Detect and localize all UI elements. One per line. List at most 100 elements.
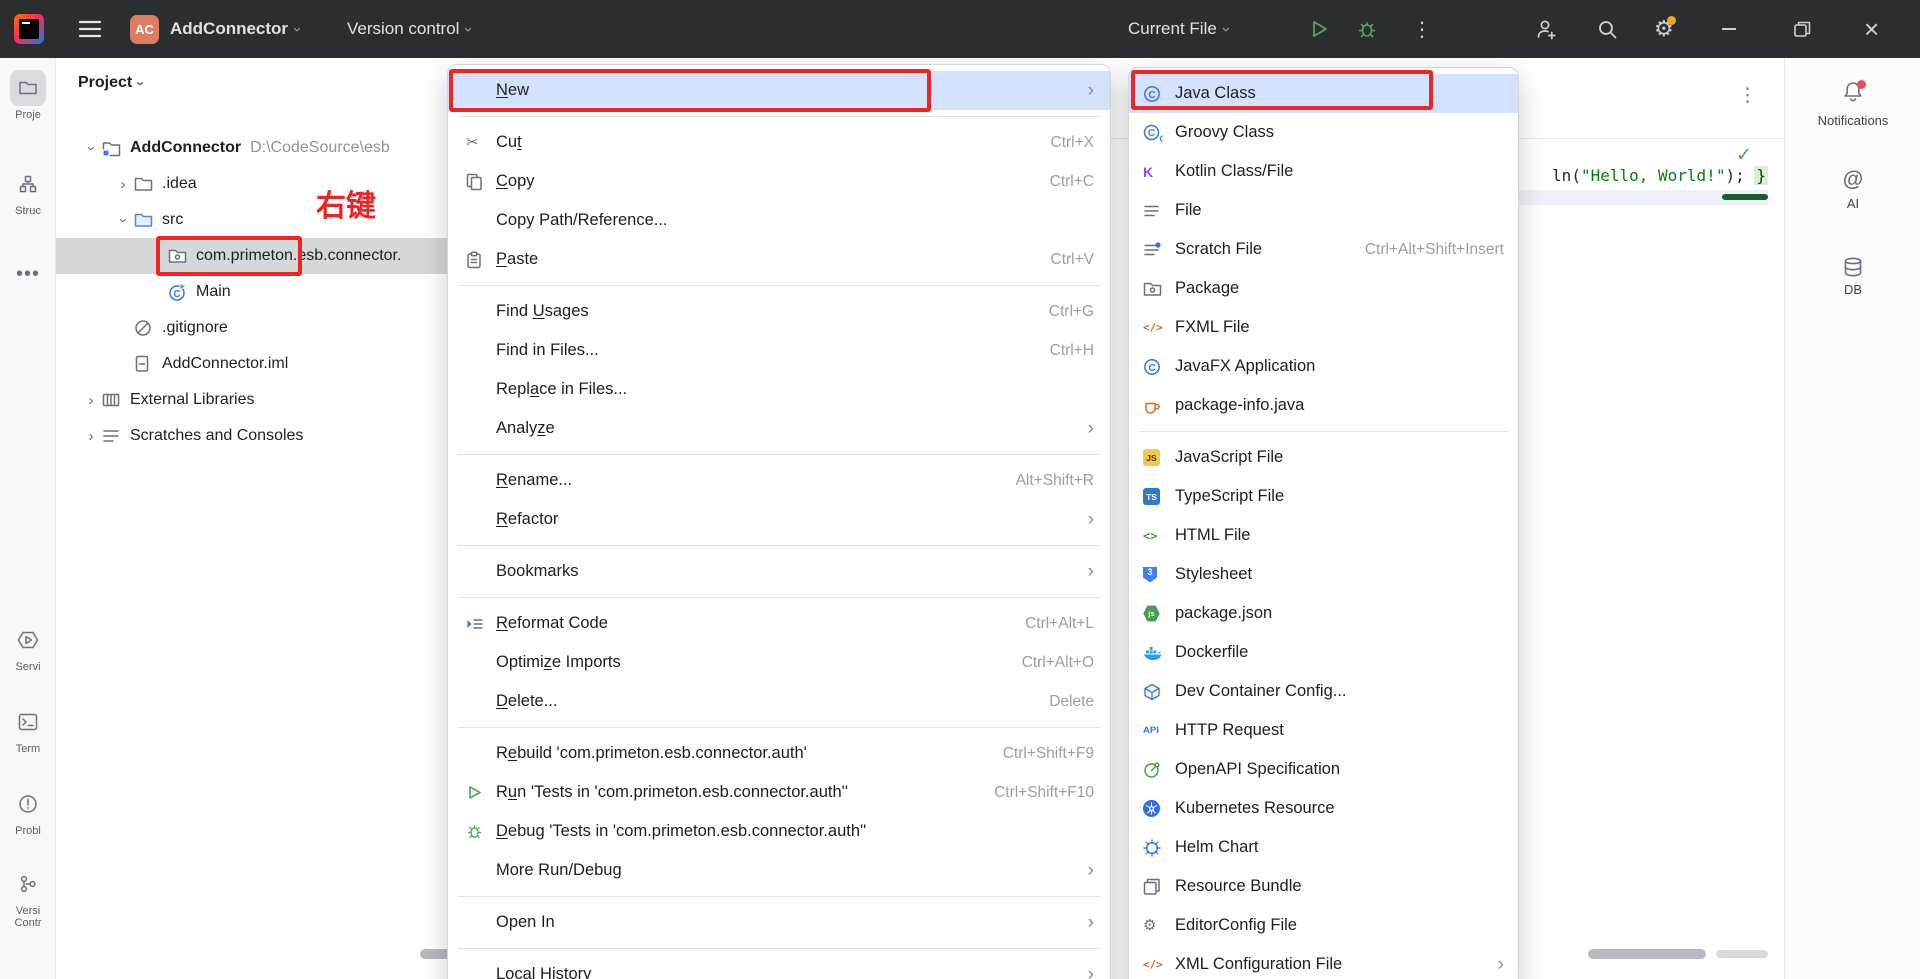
menu-item-optimize-imports[interactable]: Optimize Imports Ctrl+Alt+O: [448, 643, 1110, 682]
submenu-item-resource-bundle[interactable]: Resource Bundle: [1129, 867, 1518, 906]
menu-item-analyze[interactable]: Analyze ›: [448, 409, 1110, 448]
submenu-item-groovy-class[interactable]: CG Groovy Class: [1129, 113, 1518, 152]
project-widget-label: AddConnector: [170, 19, 288, 39]
submenu-item-label: JavaFX Application: [1175, 357, 1315, 376]
editor-horizontal-scrollbar[interactable]: [1588, 949, 1706, 959]
run-button[interactable]: [1308, 0, 1330, 58]
restore-button[interactable]: [1792, 0, 1812, 58]
menu-item-replace-in-files[interactable]: Replace in Files...: [448, 370, 1110, 409]
menu-item-open-in[interactable]: Open In ›: [448, 903, 1110, 942]
code-with-me-button[interactable]: [1534, 0, 1559, 58]
menu-item-label: Rebuild 'com.primeton.esb.connector.auth…: [496, 744, 807, 763]
submenu-item-fxml-file[interactable]: </> FXML File: [1129, 308, 1518, 347]
chevron-collapsed-icon[interactable]: ›: [112, 176, 134, 193]
submenu-item-openapi-spec[interactable]: OpenAPI Specification: [1129, 750, 1518, 789]
menu-item-local-history[interactable]: Local History ›: [448, 955, 1110, 979]
menu-item-bookmarks[interactable]: Bookmarks ›: [448, 552, 1110, 591]
menu-item-copy-path[interactable]: Copy Path/Reference...: [448, 201, 1110, 240]
minimize-button[interactable]: [1722, 0, 1736, 58]
notifications-button[interactable]: Notifications: [1785, 80, 1920, 128]
more-tool-windows-button[interactable]: •••: [0, 263, 56, 286]
submenu-item-kotlin-class[interactable]: K Kotlin Class/File: [1129, 152, 1518, 191]
menu-separator: [458, 116, 1100, 117]
submenu-item-stylesheet[interactable]: 3 Stylesheet: [1129, 555, 1518, 594]
tree-row-scratches[interactable]: › Scratches and Consoles: [56, 418, 500, 454]
typescript-icon: TS: [1143, 488, 1175, 505]
module-file-icon: [134, 355, 160, 373]
tree-row-addconnector[interactable]: › AddConnector D:\CodeSource\esb: [56, 130, 500, 166]
submenu-item-http-request[interactable]: API HTTP Request: [1129, 711, 1518, 750]
submenu-item-label: HTTP Request: [1175, 721, 1284, 740]
submenu-item-typescript-file[interactable]: TS TypeScript File: [1129, 477, 1518, 516]
submenu-item-helm-chart[interactable]: Helm Chart: [1129, 828, 1518, 867]
chevron-collapsed-icon[interactable]: ›: [80, 428, 102, 445]
submenu-item-package[interactable]: Package: [1129, 269, 1518, 308]
menu-item-rebuild[interactable]: Rebuild 'com.primeton.esb.connector.auth…: [448, 734, 1110, 773]
project-panel-header[interactable]: Project ›: [78, 74, 143, 92]
menu-item-cut[interactable]: ✂ Cut Ctrl+X: [448, 123, 1110, 162]
tree-row-idea[interactable]: › .idea: [56, 166, 500, 202]
menu-item-paste[interactable]: Paste Ctrl+V: [448, 240, 1110, 279]
menu-item-debug-tests[interactable]: Debug 'Tests in 'com.primeton.esb.connec…: [448, 812, 1110, 851]
ai-assistant-button[interactable]: @ AI: [1785, 168, 1920, 211]
submenu-item-html-file[interactable]: <> HTML File: [1129, 516, 1518, 555]
inspections-ok-icon[interactable]: ✓: [1736, 144, 1752, 167]
tree-row-src[interactable]: › src: [56, 202, 500, 238]
tool-button-services[interactable]: Servi: [0, 622, 56, 673]
docker-whale-icon: [1143, 644, 1175, 661]
project-badge[interactable]: AC: [130, 0, 159, 58]
tool-button-structure[interactable]: Struc: [0, 166, 56, 217]
run-configuration-widget[interactable]: Current File ›: [1128, 0, 1229, 58]
menu-item-run-tests[interactable]: Run 'Tests in 'com.primeton.esb.connecto…: [448, 773, 1110, 812]
more-actions-button[interactable]: ⋮: [1412, 0, 1432, 58]
chevron-collapsed-icon[interactable]: ›: [80, 392, 102, 409]
submenu-item-kubernetes-resource[interactable]: Kubernetes Resource: [1129, 789, 1518, 828]
menu-item-delete[interactable]: Delete... Delete: [448, 682, 1110, 721]
tree-row-gitignore[interactable]: .gitignore: [56, 310, 500, 346]
project-widget[interactable]: AddConnector ›: [170, 0, 300, 58]
tool-button-version-control[interactable]: Versi Contr: [0, 866, 56, 929]
editor-options-button[interactable]: ⋮: [1738, 84, 1757, 107]
menu-item-reformat-code[interactable]: Reformat Code Ctrl+Alt+L: [448, 604, 1110, 643]
submenu-item-xml-configuration[interactable]: </> XML Configuration File ›: [1129, 945, 1518, 979]
menu-item-rename[interactable]: Rename... Alt+Shift+R: [448, 461, 1110, 500]
submenu-item-file[interactable]: File: [1129, 191, 1518, 230]
debug-button[interactable]: [1356, 0, 1378, 58]
search-everywhere-button[interactable]: [1596, 0, 1619, 58]
submenu-item-javafx-application[interactable]: C JavaFX Application: [1129, 347, 1518, 386]
svg-text:C: C: [1148, 362, 1155, 373]
submenu-arrow-icon: ›: [1480, 955, 1504, 974]
tool-button-project[interactable]: Proje: [0, 70, 56, 121]
chevron-expanded-icon[interactable]: ›: [112, 212, 134, 229]
vcs-widget[interactable]: Version control ›: [347, 0, 471, 58]
database-button[interactable]: DB: [1785, 256, 1920, 297]
chevron-expanded-icon[interactable]: ›: [80, 140, 102, 157]
submenu-item-scratch-file[interactable]: Scratch File Ctrl+Alt+Shift+Insert: [1129, 230, 1518, 269]
menu-item-find-usages[interactable]: Find Usages Ctrl+G: [448, 292, 1110, 331]
submenu-item-dev-container[interactable]: Dev Container Config...: [1129, 672, 1518, 711]
tool-button-terminal[interactable]: Term: [0, 704, 56, 755]
tree-row-main-class[interactable]: C Main: [56, 274, 500, 310]
menu-item-label: Delete...: [496, 692, 557, 711]
hamburger-icon: [78, 20, 102, 38]
submenu-item-package-json[interactable]: js package.json: [1129, 594, 1518, 633]
menu-item-refactor[interactable]: Refactor ›: [448, 500, 1110, 539]
submenu-item-dockerfile[interactable]: Dockerfile: [1129, 633, 1518, 672]
menu-item-find-in-files[interactable]: Find in Files... Ctrl+H: [448, 331, 1110, 370]
editor-scrollbar-track[interactable]: [1716, 950, 1768, 958]
close-button[interactable]: ×: [1864, 0, 1879, 58]
menu-item-copy[interactable]: Copy Ctrl+C: [448, 162, 1110, 201]
submenu-item-package-info[interactable]: package-info.java: [1129, 386, 1518, 425]
tool-button-problems[interactable]: Probl: [0, 786, 56, 837]
restore-window-icon: [1792, 19, 1812, 39]
tree-row-external-libraries[interactable]: › External Libraries: [56, 382, 500, 418]
settings-button[interactable]: ⚙: [1654, 0, 1674, 58]
submenu-item-editorconfig[interactable]: ⚙ EditorConfig File: [1129, 906, 1518, 945]
main-menu-button[interactable]: [78, 0, 102, 58]
resource-bundle-icon: [1143, 878, 1175, 896]
menu-item-label: Optimize Imports: [496, 653, 621, 672]
menu-item-more-run-debug[interactable]: More Run/Debug ›: [448, 851, 1110, 890]
tree-row-iml-file[interactable]: AddConnector.iml: [56, 346, 500, 382]
submenu-item-javascript-file[interactable]: JS JavaScript File: [1129, 438, 1518, 477]
javafx-class-icon: C: [1143, 358, 1175, 376]
